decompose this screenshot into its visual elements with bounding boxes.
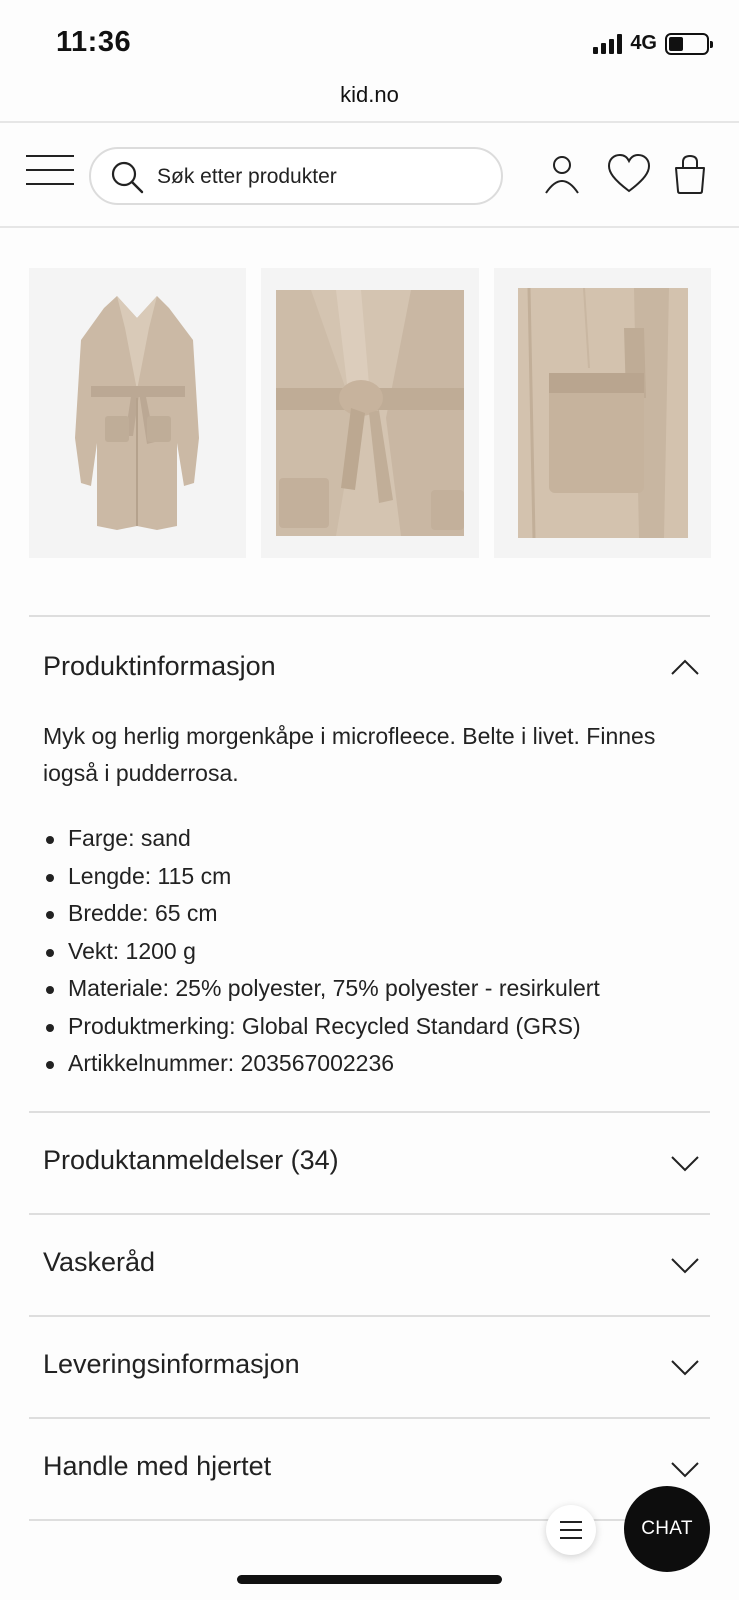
chevron-up-icon[interactable] [670,657,700,677]
chevron-down-icon[interactable] [670,1256,700,1276]
search-input[interactable]: Søk etter produkter [89,147,503,205]
list-item: Bredde: 65 cm [43,895,723,933]
status-time: 11:36 [56,26,132,58]
accordion-leveringsinformasjon[interactable]: Leveringsinformasjon [29,1317,710,1417]
shopping-bag-icon[interactable] [673,153,707,195]
divider [29,1519,710,1521]
home-indicator [237,1575,502,1584]
divider [0,226,739,228]
url-bar[interactable]: kid.no [0,82,739,122]
product-image-pocket-detail[interactable] [493,268,711,558]
chat-button[interactable]: CHAT [624,1486,710,1572]
accordion-produktanmeldelser[interactable]: Produktanmeldelser (34) [29,1113,710,1213]
accordion-title: Produktanmeldelser (34) [43,1145,339,1175]
accordion-title: Handle med hjertet [43,1451,272,1481]
accordion-produktinformasjon[interactable]: Produktinformasjon [29,617,710,717]
hamburger-menu-icon[interactable] [26,155,76,191]
list-item: Materiale: 25% polyester, 75% polyester … [43,970,723,1008]
search-icon [111,161,144,194]
search-placeholder: Søk etter produkter [157,165,337,188]
accordion-vaskerad[interactable]: Vaskeråd [29,1215,710,1315]
list-item: Artikkelnummer: 203567002236 [43,1045,723,1083]
chevron-down-icon[interactable] [670,1358,700,1378]
list-item: Produktmerking: Global Recycled Standard… [43,1008,723,1046]
product-image-belt-detail[interactable] [261,268,479,558]
chevron-down-icon[interactable] [670,1460,700,1480]
product-description: Myk og herlig morgenkåpe i microfleece. … [43,723,656,786]
status-indicators: 4G [593,32,713,55]
floating-menu-button[interactable] [546,1505,596,1555]
list-item: Lengde: 115 cm [43,858,723,896]
status-bar: 11:36 4G [0,0,739,84]
list-item: Vekt: 1200 g [43,933,723,971]
product-specs-list: Farge: sand Lengde: 115 cm Bredde: 65 cm… [43,820,723,1083]
chevron-down-icon[interactable] [670,1154,700,1174]
battery-icon [665,32,713,55]
accordion-title: Leveringsinformasjon [43,1349,300,1379]
accordion-title: Vaskeråd [43,1247,156,1277]
site-header: Søk etter produkter [0,123,739,227]
wishlist-heart-icon[interactable] [607,153,651,195]
product-image-gallery [29,268,711,558]
account-icon[interactable] [541,153,583,195]
signal-icon [593,33,623,54]
accordion-handle-med-hjertet[interactable]: Handle med hjertet [29,1419,710,1519]
network-type: 4G [630,32,657,54]
list-item: Farge: sand [43,820,723,858]
product-image-full-robe[interactable] [29,268,247,558]
accordion-title: Produktinformasjon [43,651,276,681]
